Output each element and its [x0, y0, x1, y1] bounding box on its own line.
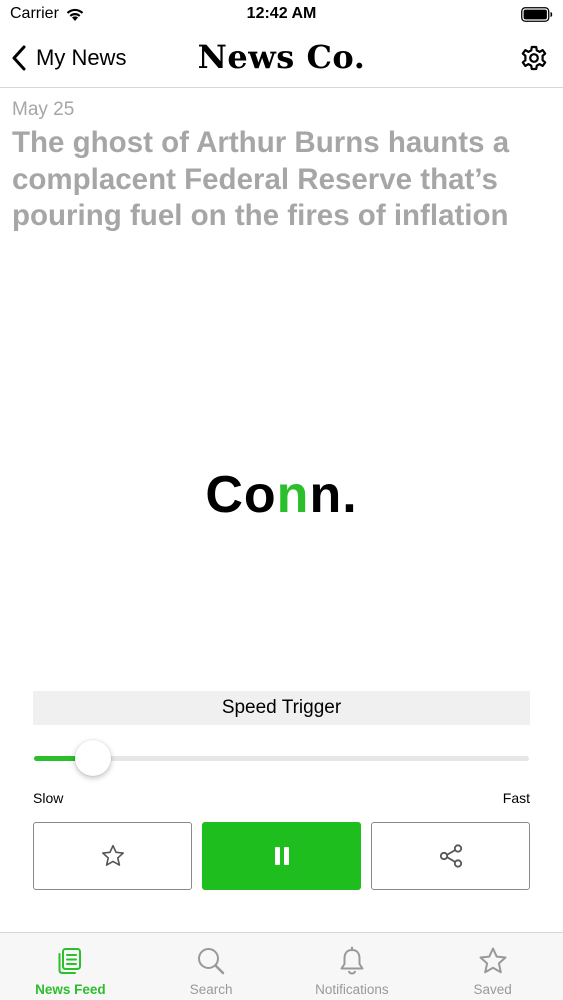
back-label: My News — [36, 45, 127, 70]
battery-icon — [521, 7, 553, 22]
speed-slider-thumb[interactable] — [75, 740, 112, 776]
star-icon — [101, 844, 124, 866]
share-icon — [439, 844, 462, 868]
reader-current-word: Conn. — [0, 465, 563, 525]
word-suffix: n. — [309, 466, 358, 524]
tab-label-news-feed: News Feed — [35, 982, 106, 997]
tab-search[interactable]: Search — [141, 933, 282, 1000]
pause-icon — [274, 847, 289, 865]
fast-label: Fast — [502, 790, 530, 806]
pause-button[interactable] — [202, 822, 361, 890]
word-focus-letter: n — [276, 466, 310, 524]
speed-trigger-label: Speed Trigger — [33, 691, 530, 725]
share-button[interactable] — [371, 822, 530, 890]
article-headline: The ghost of Arthur Burns haunts a compl… — [12, 126, 510, 232]
tab-label-notifications: Notifications — [315, 982, 389, 997]
search-icon — [198, 948, 225, 975]
navigation-bar: My News News Co. — [0, 30, 563, 88]
slow-label: Slow — [33, 790, 64, 806]
star-icon — [479, 947, 507, 974]
article-date: May 25 — [12, 99, 75, 120]
settings-button[interactable] — [519, 43, 549, 73]
bell-icon — [340, 946, 364, 975]
tab-label-saved: Saved — [473, 982, 512, 997]
word-prefix: Co — [205, 466, 277, 524]
status-bar: Carrier 12:42 AM — [0, 0, 563, 30]
gear-icon — [521, 45, 547, 71]
tab-notifications[interactable]: Notifications — [282, 933, 423, 1000]
clock: 12:42 AM — [246, 5, 317, 22]
tab-news-feed[interactable]: News Feed — [0, 933, 141, 1000]
speed-slider[interactable] — [34, 740, 529, 776]
chevron-left-icon — [12, 45, 26, 71]
tab-bar: News Feed Search Notifications Saved — [0, 932, 563, 1000]
back-button[interactable]: My News — [12, 42, 126, 74]
news-feed-icon — [58, 948, 82, 974]
save-article-button[interactable] — [33, 822, 192, 890]
tab-saved[interactable]: Saved — [422, 933, 563, 1000]
tab-label-search: Search — [189, 982, 233, 997]
